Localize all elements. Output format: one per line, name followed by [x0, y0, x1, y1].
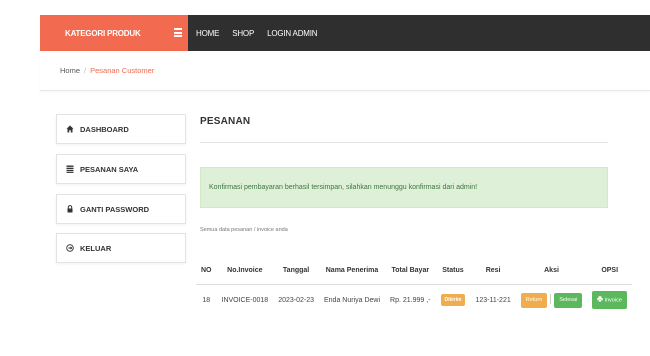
- col-tanggal: Tanggal: [273, 258, 319, 285]
- cell-opsi: Invoice: [587, 283, 633, 316]
- sidebar-item-label: DASHBOARD: [80, 124, 129, 134]
- nav-shop[interactable]: SHOP: [232, 29, 254, 38]
- invoice-button[interactable]: Invoice: [592, 291, 627, 310]
- cell-status: Dikirim: [435, 283, 471, 316]
- col-aksi: Aksi: [515, 258, 588, 285]
- sidebar-item-pesanan-saya[interactable]: PESANAN SAYA: [56, 154, 186, 184]
- col-nama-penerima: Nama Penerima: [319, 258, 386, 285]
- cell-aksi: Return Selesai: [515, 283, 588, 316]
- brand-category-toggle[interactable]: KATEGORI PRODUK: [40, 15, 188, 51]
- main-nav: HOME SHOP LOGIN ADMIN: [196, 15, 330, 51]
- cell-invoice: INVOICE-0018: [216, 283, 274, 316]
- cell-tanggal: 2023-02-23: [273, 283, 319, 316]
- home-icon: [66, 125, 74, 133]
- top-navbar: KATEGORI PRODUK HOME SHOP LOGIN ADMIN: [40, 15, 650, 51]
- hamburger-icon[interactable]: [174, 28, 182, 37]
- breadcrumb-home[interactable]: Home: [60, 66, 80, 75]
- cell-total: Rp. 21.999 ,-: [385, 283, 436, 316]
- table-row: 18 INVOICE-0018 2023-02-23 Enda Nuriya D…: [196, 283, 633, 316]
- sidebar-item-label: GANTI PASSWORD: [80, 204, 150, 214]
- col-no: NO: [196, 258, 217, 285]
- sidebar-item-keluar[interactable]: KELUAR: [56, 233, 186, 263]
- breadcrumb-bar: Home / Pesanan Customer: [40, 51, 650, 91]
- sidebar-item-ganti-password[interactable]: GANTI PASSWORD: [56, 194, 186, 224]
- col-total-bayar: Total Bayar: [385, 258, 436, 285]
- sidebar-item-label: KELUAR: [80, 243, 112, 253]
- breadcrumb-current: Pesanan Customer: [90, 66, 155, 75]
- col-resi: Resi: [470, 258, 516, 285]
- table-header-row: NO No.Invoice Tanggal Nama Penerima Tota…: [196, 258, 633, 285]
- print-icon: [597, 296, 604, 303]
- cell-resi: 123-11-221: [470, 283, 516, 316]
- lock-icon: [66, 205, 74, 213]
- action-divider: [550, 293, 552, 304]
- sidebar-item-dashboard[interactable]: DASHBOARD: [56, 114, 186, 144]
- alert-message: Konfirmasi pembayaran berhasil tersimpan…: [209, 184, 478, 191]
- breadcrumb: Home / Pesanan Customer: [60, 66, 154, 75]
- list-icon: [66, 165, 74, 173]
- col-invoice: No.Invoice: [216, 258, 274, 285]
- status-badge: Dikirim: [440, 294, 466, 307]
- cell-nama: Enda Nuriya Dewi: [319, 283, 386, 316]
- breadcrumb-separator: /: [84, 66, 87, 75]
- cell-no: 18: [196, 283, 217, 316]
- logout-icon: [66, 244, 74, 252]
- col-opsi: OPSI: [587, 258, 633, 285]
- page-title: PESANAN: [200, 116, 251, 127]
- nav-home[interactable]: HOME: [196, 29, 219, 38]
- title-divider: [200, 142, 608, 143]
- return-button[interactable]: Return: [520, 292, 548, 308]
- col-status: Status: [435, 258, 471, 285]
- orders-table: NO No.Invoice Tanggal Nama Penerima Tota…: [196, 258, 633, 316]
- nav-login-admin[interactable]: LOGIN ADMIN: [267, 29, 317, 38]
- table-caption: Semua data pesanan / invoice anda: [200, 227, 288, 233]
- brand-label: KATEGORI PRODUK: [65, 28, 141, 38]
- invoice-label: Invoice: [604, 297, 622, 304]
- selesai-button[interactable]: Selesai: [554, 292, 583, 308]
- sidebar-item-label: PESANAN SAYA: [80, 164, 139, 174]
- success-alert: Konfirmasi pembayaran berhasil tersimpan…: [200, 167, 608, 208]
